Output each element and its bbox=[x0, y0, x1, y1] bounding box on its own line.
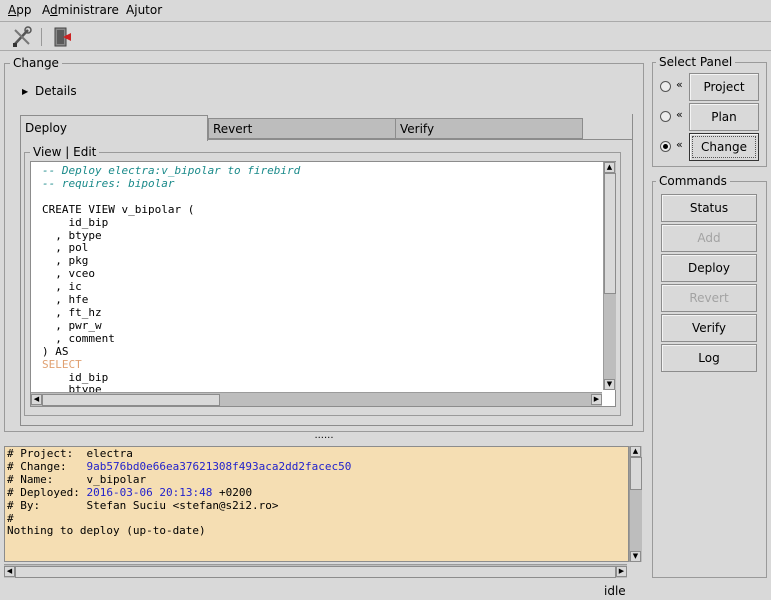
log-text: # Project: electra # Change: 9ab576bd0e66… bbox=[7, 447, 352, 538]
tab-verify-label: Verify bbox=[400, 122, 435, 136]
menu-administrare[interactable]: Administrare bbox=[42, 3, 119, 17]
code-line: -- requires: bipolar bbox=[42, 176, 175, 190]
select-plan-button[interactable]: Plan bbox=[689, 103, 759, 131]
code-line: id_bip bbox=[42, 215, 109, 229]
scroll-right-arrow-icon[interactable]: ▶ bbox=[591, 394, 602, 405]
menu-app[interactable]: App bbox=[8, 3, 31, 17]
log-segment: v_bipolar bbox=[86, 472, 147, 486]
log-line: Nothing to deploy (up-to-date) bbox=[7, 524, 351, 538]
scroll-up-arrow-icon[interactable]: ▲ bbox=[604, 162, 615, 173]
log-segment: # Project: bbox=[7, 447, 87, 460]
scroll-right-arrow-icon[interactable]: ▶ bbox=[616, 566, 627, 577]
code-line: -- Deploy electra:v_bipolar to firebird bbox=[42, 164, 301, 177]
tab-page-top-line bbox=[208, 139, 633, 140]
code-line: SELECT bbox=[42, 357, 82, 371]
code-text: -- Deploy electra:v_bipolar to firebird -… bbox=[42, 164, 301, 397]
log-hscroll-thumb[interactable] bbox=[15, 566, 616, 578]
view-edit-title: View | Edit bbox=[30, 145, 100, 159]
caret-right-icon: ▶ bbox=[22, 87, 29, 96]
tab-verify[interactable]: Verify bbox=[395, 118, 583, 139]
tools-icon[interactable] bbox=[10, 25, 34, 49]
code-line: ) AS bbox=[42, 344, 69, 358]
log-button[interactable]: Log bbox=[661, 344, 757, 372]
verify-button[interactable]: Verify bbox=[661, 314, 757, 342]
log-vscroll-thumb[interactable] bbox=[630, 457, 642, 490]
change-frame-title: Change bbox=[10, 56, 62, 70]
code-hscroll-thumb[interactable] bbox=[42, 394, 220, 406]
scroll-left-arrow-icon[interactable]: ◀ bbox=[4, 566, 15, 577]
log-line: # By: Stefan Suciu <stefan@s2i2.ro> bbox=[7, 498, 351, 513]
select-change-button[interactable]: Change bbox=[689, 133, 759, 161]
splitter-grip: ...... bbox=[314, 430, 334, 441]
log-segment: # Deployed: bbox=[7, 485, 87, 499]
menubar: App Administrare Ajutor bbox=[0, 0, 771, 21]
marker-project: « bbox=[676, 78, 683, 91]
code-line: CREATE VIEW v_bipolar ( bbox=[42, 202, 195, 216]
marker-plan: « bbox=[676, 108, 683, 121]
scroll-left-arrow-icon[interactable]: ◀ bbox=[31, 394, 42, 405]
scroll-up-arrow-icon[interactable]: ▲ bbox=[630, 446, 641, 457]
radio-plan[interactable] bbox=[660, 111, 671, 122]
code-line: , comment bbox=[42, 331, 115, 345]
log-segment: 9ab576bd0e66ea37621308f493aca2dd2facec50 bbox=[86, 459, 352, 473]
radio-project[interactable] bbox=[660, 81, 671, 92]
scroll-down-arrow-icon[interactable]: ▼ bbox=[630, 551, 641, 562]
toolbar-separator bbox=[41, 28, 42, 46]
log-segment: # Change: bbox=[7, 459, 87, 473]
log-segment: Nothing to deploy (up-to-date) bbox=[7, 524, 206, 538]
code-vscroll-thumb[interactable] bbox=[604, 173, 616, 294]
status-text: idle bbox=[604, 584, 626, 598]
log-segment: # Name: bbox=[7, 472, 87, 486]
log-segment: +0200 bbox=[212, 485, 253, 499]
code-line: , pwr_w bbox=[42, 318, 102, 332]
tab-deploy-label: Deploy bbox=[25, 121, 68, 135]
log-segment: # bbox=[7, 511, 14, 525]
code-vscrollbar[interactable]: ▲ ▼ bbox=[603, 162, 616, 390]
log-segment: # By: bbox=[7, 498, 87, 512]
select-project-button[interactable]: Project bbox=[689, 73, 759, 101]
add-button[interactable]: Add bbox=[661, 224, 757, 252]
status-button[interactable]: Status bbox=[661, 194, 757, 222]
revert-button[interactable]: Revert bbox=[661, 284, 757, 312]
scroll-down-arrow-icon[interactable]: ▼ bbox=[604, 379, 615, 390]
toolbar bbox=[0, 21, 771, 51]
select-panel-title: Select Panel bbox=[656, 55, 736, 69]
log-segment: electra bbox=[86, 447, 133, 460]
log-segment: Stefan Suciu <stefan@s2i2.ro> bbox=[86, 498, 279, 512]
deploy-button[interactable]: Deploy bbox=[661, 254, 757, 282]
tab-revert-label: Revert bbox=[213, 122, 253, 136]
details-expander[interactable]: ▶ Details bbox=[22, 84, 77, 98]
tab-deploy[interactable]: Deploy bbox=[20, 115, 208, 141]
menu-ajutor[interactable]: Ajutor bbox=[126, 3, 162, 17]
commands-title: Commands bbox=[656, 174, 730, 188]
log-vscrollbar[interactable]: ▲ ▼ bbox=[629, 446, 642, 562]
log-hscrollbar[interactable]: ◀ ▶ bbox=[4, 564, 627, 578]
pane-splitter[interactable]: ...... bbox=[0, 430, 648, 444]
details-label: Details bbox=[34, 84, 77, 98]
marker-change: « bbox=[676, 138, 683, 151]
code-line: , ft_hz bbox=[42, 305, 102, 319]
radio-change[interactable] bbox=[660, 141, 671, 152]
exit-door-icon[interactable] bbox=[50, 25, 74, 49]
code-hscrollbar[interactable]: ◀ ▶ bbox=[31, 392, 602, 406]
code-editor[interactable]: -- Deploy electra:v_bipolar to firebird -… bbox=[30, 161, 616, 407]
log-segment: 2016-03-06 20:13:48 bbox=[86, 485, 213, 499]
tab-revert[interactable]: Revert bbox=[208, 118, 396, 139]
log-output[interactable]: # Project: electra # Change: 9ab576bd0e66… bbox=[4, 446, 629, 562]
tab-page-right-line bbox=[632, 114, 633, 140]
